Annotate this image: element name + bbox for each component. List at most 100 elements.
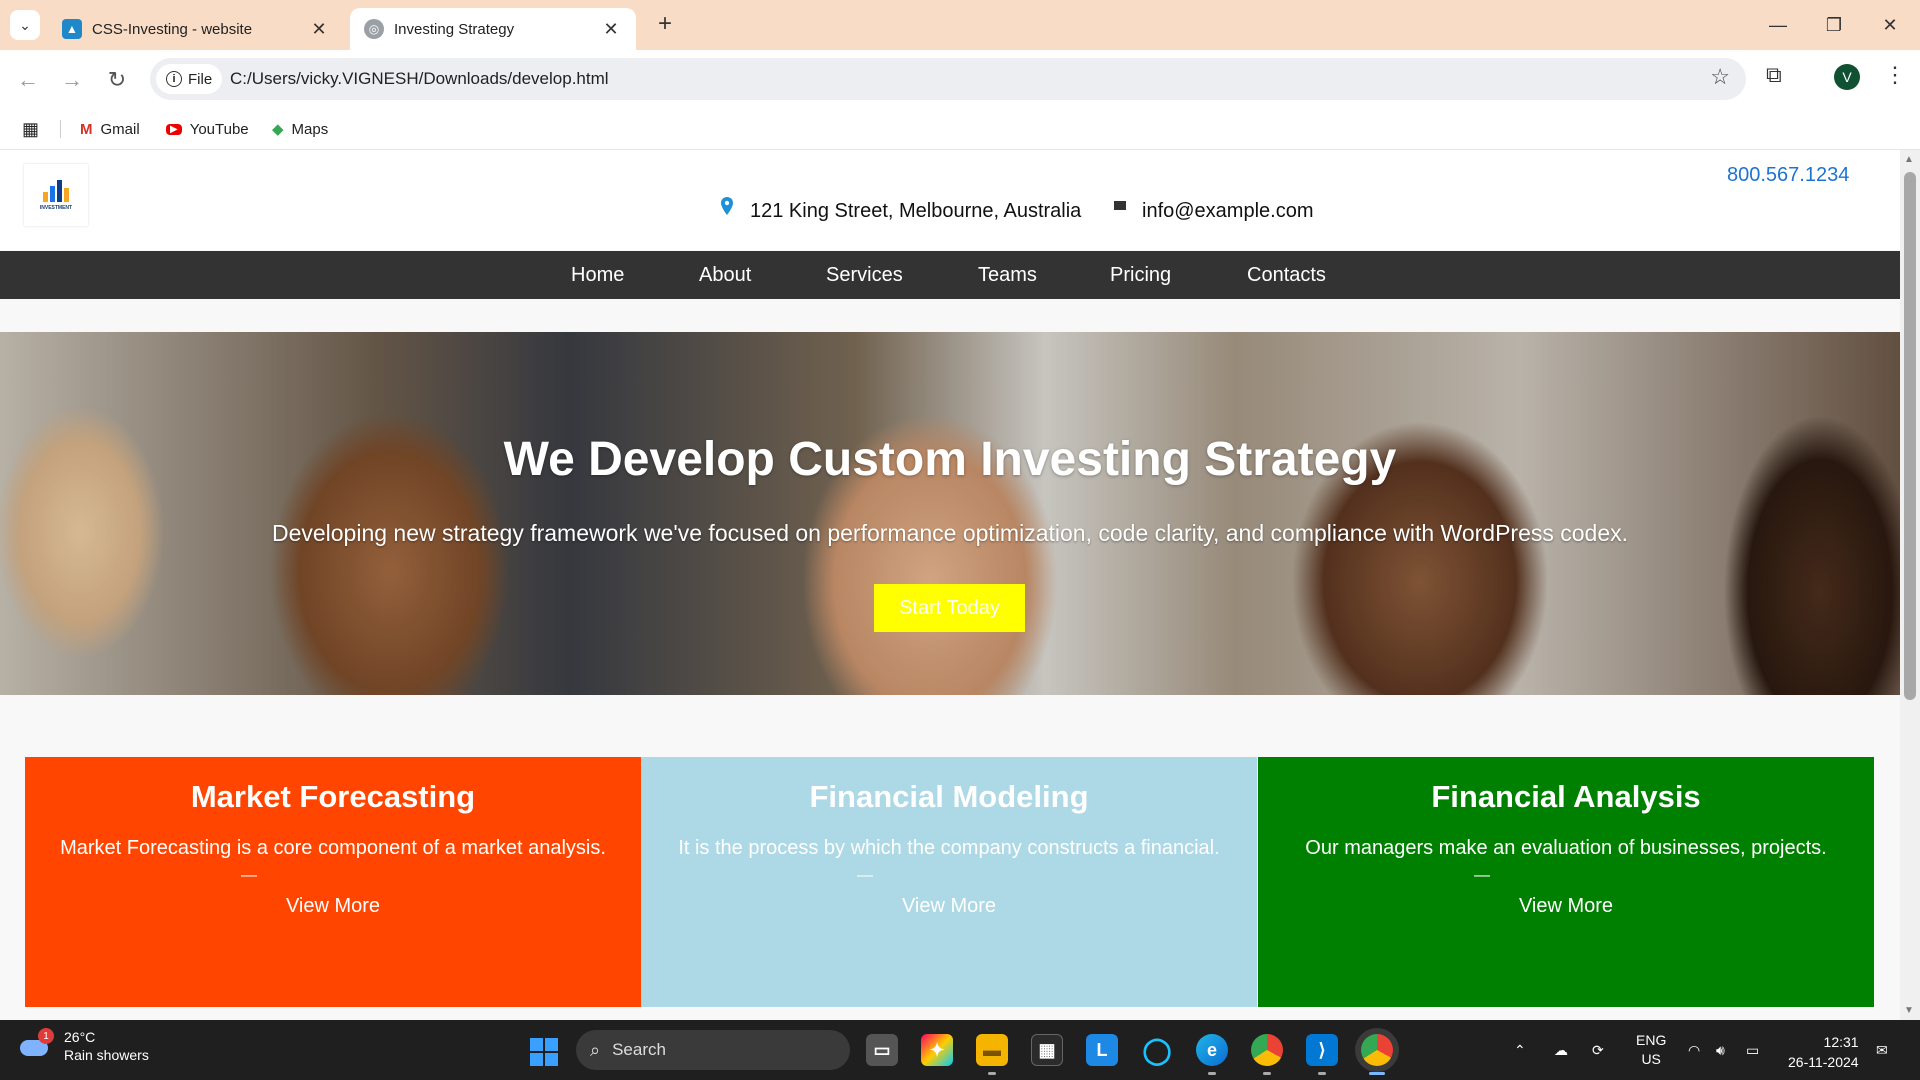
address-bar[interactable]: i File C:/Users/vicky.VIGNESH/Downloads/… [150, 58, 1746, 100]
card-title: Financial Modeling [809, 779, 1089, 814]
url-text[interactable]: C:/Users/vicky.VIGNESH/Downloads/develop… [230, 58, 609, 100]
card-text: It is the process by which the company c… [678, 837, 1220, 859]
file-explorer-icon[interactable]: ▬ [976, 1034, 1008, 1066]
language-code: ENG [1636, 1032, 1667, 1048]
nav-services[interactable]: Services [826, 251, 903, 299]
apps-grid-icon[interactable]: ▦ [22, 108, 39, 150]
chrome-profile-icon[interactable] [1361, 1034, 1393, 1066]
tab-investing-strategy[interactable]: ◎ Investing Strategy ✕ [350, 8, 636, 50]
bookmark-star-icon[interactable]: ☆ [1710, 64, 1730, 90]
view-more-link[interactable]: View More [1258, 895, 1874, 918]
profile-avatar[interactable]: V [1834, 64, 1860, 90]
card-dash: — [1474, 867, 1490, 884]
chrome-icon[interactable] [1251, 1034, 1283, 1066]
copilot-icon[interactable]: ✦ [921, 1034, 953, 1066]
address-text: 121 King Street, Melbourne, Australia [750, 200, 1082, 222]
card-title: Market Forecasting [190, 779, 476, 814]
weather-widget[interactable]: 1 26°C Rain showers [18, 1028, 149, 1064]
region-code: US [1641, 1051, 1661, 1067]
new-tab-button[interactable]: + [650, 10, 680, 40]
logo-wordmark: INVESTMENT [39, 204, 73, 211]
nav-pricing[interactable]: Pricing [1110, 251, 1171, 299]
card-title: Financial Analysis [1431, 779, 1701, 814]
task-view-icon[interactable]: ▭ [866, 1034, 898, 1066]
info-icon: i [166, 71, 182, 87]
kebab-menu-icon[interactable]: ⋮ [1884, 62, 1906, 88]
site-logo[interactable]: INVESTMENT [24, 164, 88, 226]
youtube-icon: ▶ [166, 123, 182, 135]
phone-number[interactable]: 800.567.1234 [1727, 164, 1849, 187]
restore-button[interactable]: ❐ [1806, 0, 1862, 50]
bookmark-label: YouTube [189, 120, 249, 138]
scrollbar-thumb[interactable] [1904, 172, 1916, 700]
bookmarks-bar: ▦ M Gmail ▶ YouTube ◆ Maps [0, 108, 1920, 150]
card-market-forecasting: Market Forecasting Market Forecasting is… [25, 757, 641, 1007]
logo-bars-icon [43, 179, 69, 202]
l-app-icon[interactable]: L [1086, 1034, 1118, 1066]
close-tab-icon[interactable]: ✕ [308, 19, 330, 40]
chevron-down-icon: ⌄ [19, 16, 31, 33]
clock-time: 12:31 [1823, 1034, 1859, 1050]
scroll-up-icon[interactable]: ▲ [1904, 154, 1914, 165]
bookmark-gmail[interactable]: M Gmail [80, 108, 140, 150]
browser-toolbar: ← → ↻ i File C:/Users/vicky.VIGNESH/Down… [0, 50, 1920, 108]
nav-contacts[interactable]: Contacts [1247, 251, 1326, 299]
chip-label: File [188, 70, 213, 88]
active-indicator [1369, 1072, 1385, 1075]
page-scrollbar[interactable]: ▲ ▼ [1900, 150, 1920, 1020]
tab-title: Investing Strategy [394, 20, 515, 38]
bookmarks-divider [60, 120, 61, 138]
bookmark-youtube[interactable]: ▶ YouTube [166, 108, 249, 150]
card-dash: — [241, 867, 257, 884]
extensions-icon[interactable]: ⧉ [1766, 62, 1782, 88]
running-indicator [988, 1072, 996, 1075]
language-indicator[interactable]: ENG US [1636, 1020, 1666, 1080]
close-window-button[interactable]: ✕ [1862, 0, 1918, 50]
taskbar-search[interactable]: ⌕ Search [576, 1030, 850, 1070]
system-clock[interactable]: 12:31 26-11-2024 [1788, 1032, 1859, 1072]
battery-icon[interactable]: ▭ [1746, 1020, 1759, 1080]
gmail-icon: M [80, 120, 93, 138]
globe-favicon-icon: ◎ [364, 19, 384, 39]
card-dash: — [857, 867, 873, 884]
email-text[interactable]: info@example.com [1142, 200, 1313, 223]
back-button[interactable]: ← [12, 64, 44, 96]
nav-about[interactable]: About [699, 251, 751, 299]
search-icon: ⌕ [590, 1039, 601, 1060]
tab-css-investing[interactable]: ▲ CSS-Investing - website ✕ [48, 8, 344, 50]
email-info: info@example.com [1114, 200, 1313, 223]
volume-icon[interactable]: 🔊︎ [1716, 1020, 1725, 1080]
vscode-icon[interactable]: ⟩ [1306, 1034, 1338, 1066]
classroom-favicon-icon: ▲ [62, 19, 82, 39]
reload-button[interactable]: ↻ [101, 64, 133, 96]
scroll-down-icon[interactable]: ▼ [1904, 1005, 1914, 1016]
show-hidden-icons[interactable]: ⌃ [1514, 1020, 1526, 1080]
mail-icon [1114, 201, 1126, 210]
tab-search-button[interactable]: ⌄ [10, 10, 40, 40]
cortana-icon[interactable]: ◯ [1141, 1034, 1173, 1066]
site-header: INVESTMENT 800.567.1234 121 King Street,… [0, 150, 1900, 250]
nav-home[interactable]: Home [571, 251, 624, 299]
wifi-icon[interactable]: ◠ [1688, 1020, 1700, 1080]
notifications-icon[interactable]: ✉ [1876, 1020, 1888, 1080]
card-financial-analysis: Financial Analysis Our managers make an … [1258, 757, 1874, 1007]
forward-button[interactable]: → [56, 64, 88, 96]
windows-start-icon[interactable] [530, 1038, 558, 1066]
minimize-button[interactable]: — [1750, 0, 1806, 50]
start-today-button[interactable]: Start Today [874, 584, 1025, 632]
close-tab-icon[interactable]: ✕ [600, 19, 622, 40]
bookmark-maps[interactable]: ◆ Maps [272, 108, 328, 150]
sync-icon[interactable]: ⟳ [1592, 1020, 1604, 1080]
notification-badge: 1 [38, 1028, 54, 1044]
rain-cloud-icon: 1 [18, 1028, 54, 1060]
browser-titlebar: ⌄ ▲ CSS-Investing - website ✕ ◎ Investin… [0, 0, 1920, 50]
nav-teams[interactable]: Teams [978, 251, 1037, 299]
view-more-link[interactable]: View More [25, 895, 641, 918]
web-page: INVESTMENT 800.567.1234 121 King Street,… [0, 150, 1900, 1020]
microsoft-store-icon[interactable]: ▦ [1031, 1034, 1063, 1066]
onedrive-icon[interactable]: ☁ [1554, 1020, 1568, 1080]
view-more-link[interactable]: View More [641, 895, 1257, 918]
edge-icon[interactable]: e [1196, 1034, 1228, 1066]
hero-title: We Develop Custom Investing Strategy [503, 433, 1397, 486]
site-info-chip[interactable]: i File [156, 64, 223, 94]
